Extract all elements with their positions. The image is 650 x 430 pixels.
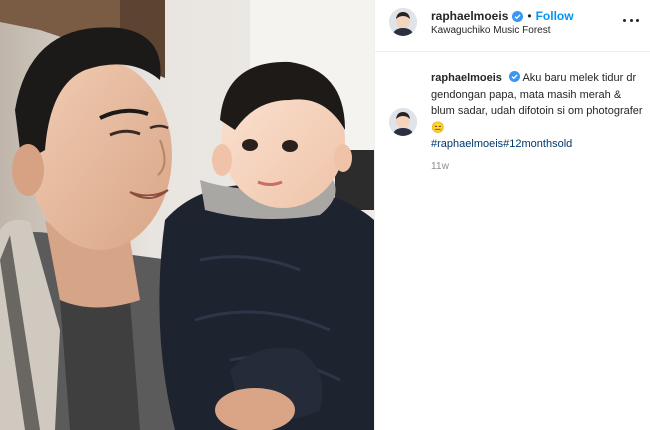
more-options-icon[interactable] — [621, 12, 641, 28]
location-link[interactable]: Kawaguchiko Music Forest — [431, 25, 551, 36]
more-dot — [629, 18, 633, 22]
post-side-panel: raphaelmoeis • Follow Kawaguchiko Music … — [374, 0, 650, 430]
verified-badge-icon — [512, 10, 524, 22]
post-username[interactable]: raphaelmoeis — [431, 9, 508, 23]
more-dot — [623, 18, 626, 22]
avatar[interactable] — [389, 8, 417, 36]
hashtag-link[interactable]: #12monthsold — [503, 138, 572, 150]
hashtag-link[interactable]: #raphaelmoeis — [431, 138, 503, 150]
caption-username[interactable]: raphaelmoeis — [431, 72, 502, 84]
caption-avatar[interactable] — [389, 108, 417, 136]
post-photo[interactable] — [0, 0, 374, 430]
instagram-post: raphaelmoeis • Follow Kawaguchiko Music … — [0, 0, 650, 430]
follow-button[interactable]: Follow — [536, 9, 574, 23]
verified-badge-icon — [508, 71, 520, 82]
post-timestamp[interactable]: 11w — [431, 161, 449, 172]
more-dot — [636, 18, 639, 22]
post-header: raphaelmoeis • Follow Kawaguchiko Music … — [375, 0, 650, 52]
separator-dot: • — [527, 9, 532, 23]
photo-illustration — [0, 0, 374, 430]
caption-text: raphaelmoeis Aku baru melek tidur dr gen… — [431, 70, 643, 153]
